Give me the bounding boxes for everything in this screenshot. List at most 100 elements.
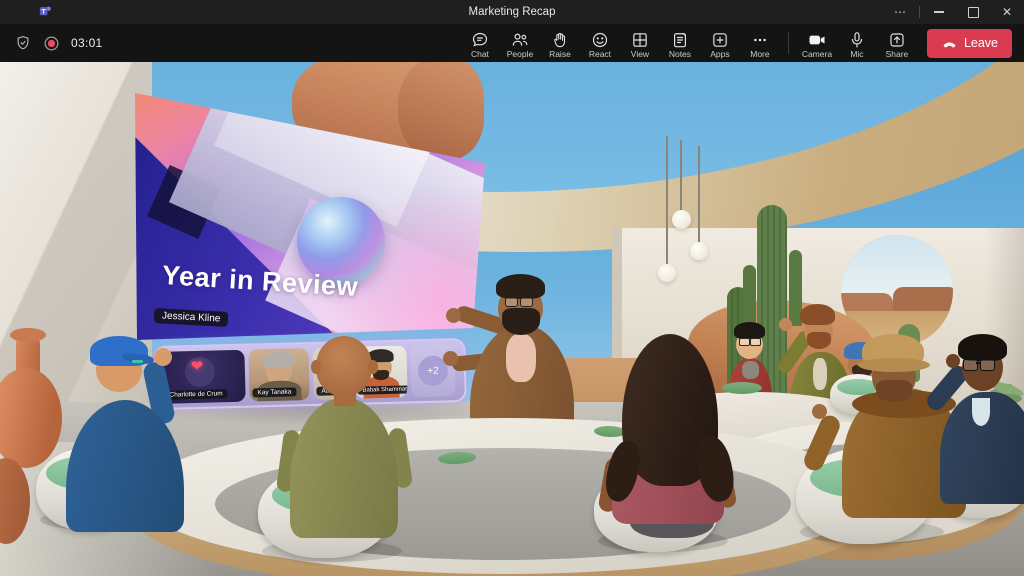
maximize-icon	[968, 7, 979, 18]
notes-icon	[670, 30, 690, 49]
rock-formation-peak	[398, 62, 484, 160]
avatar-hand	[446, 308, 461, 323]
maximize-button[interactable]	[956, 0, 990, 24]
more-icon	[750, 30, 770, 49]
share-button[interactable]: Share	[877, 27, 917, 59]
overflow-count: +2	[427, 365, 439, 376]
record-icon	[42, 34, 61, 53]
titlebar-divider	[919, 6, 920, 18]
avatar-hair	[496, 274, 545, 299]
people-button-label: People	[507, 49, 533, 59]
video-strip[interactable]: ❤ Charlotte de Crum Kay Tanaka Aadi Baba…	[153, 338, 467, 410]
avatar-hand	[443, 351, 458, 366]
apps-button[interactable]: Apps	[700, 27, 740, 59]
avatar-beard	[502, 308, 540, 335]
avatar-hand	[779, 318, 792, 331]
more-button[interactable]: More	[740, 27, 780, 59]
meeting-toolbar: 03:01 Chat People Raise React View	[0, 24, 1024, 62]
video-tile-kay[interactable]: Kay Tanaka	[248, 348, 309, 402]
leave-button[interactable]: Leave	[927, 29, 1012, 58]
notes-button[interactable]: Notes	[660, 27, 700, 59]
meeting-timer: 03:01	[71, 36, 103, 50]
saguaro-arm-left	[743, 265, 756, 329]
react-button[interactable]: React	[580, 27, 620, 59]
avatar-hand	[946, 354, 960, 368]
immersive-space-viewport[interactable]: Year in Review Jessica Kline ❤ Charlotte…	[0, 62, 1024, 576]
raise-icon	[550, 30, 570, 49]
titlebar-more-button[interactable]: ⋯	[883, 0, 917, 24]
share-icon	[887, 30, 907, 49]
shield-checkmark-icon[interactable]	[14, 34, 32, 52]
participant-name: Charlotte de Crum	[164, 389, 227, 400]
raise-button[interactable]: Raise	[540, 27, 580, 59]
slide-artwork-glow	[288, 178, 492, 350]
minimize-button[interactable]	[922, 0, 956, 24]
participant-name: Kay Tanaka	[252, 387, 296, 397]
chat-button-label: Chat	[471, 49, 489, 59]
avatar-shirt	[813, 358, 827, 390]
chat-icon	[470, 30, 490, 49]
apps-icon	[710, 30, 730, 49]
avatar-glasses	[980, 359, 995, 371]
avatar-shirt	[506, 334, 536, 382]
video-tile-charlotte[interactable]: ❤ Charlotte de Crum	[160, 350, 245, 404]
participant-hair	[262, 351, 294, 368]
react-icon	[590, 30, 610, 49]
titlebar: Marketing Recap ⋯ ✕	[0, 0, 1024, 24]
avatar-glasses	[739, 338, 750, 346]
avatar-glasses	[750, 338, 761, 346]
people-icon	[510, 30, 530, 49]
avatar-turtleneck	[742, 361, 759, 379]
toolbar-divider	[788, 32, 789, 54]
close-button[interactable]: ✕	[990, 0, 1024, 24]
avatar-beard	[876, 380, 912, 402]
vase-lip	[10, 328, 46, 342]
avatar-glasses	[505, 297, 518, 307]
lamp-cord-2	[698, 146, 700, 244]
avatar-hand	[154, 348, 172, 366]
table-plant-decor	[722, 382, 762, 394]
view-icon	[630, 30, 650, 49]
apps-button-label: Apps	[710, 49, 729, 59]
react-button-label: React	[589, 49, 611, 59]
camera-icon	[807, 30, 827, 49]
avatar-head	[316, 336, 372, 396]
notes-button-label: Notes	[669, 49, 691, 59]
avatar-glasses-arm	[132, 360, 143, 363]
avatar-glasses	[520, 297, 533, 307]
toolbar-buttons: Chat People Raise React View Notes	[460, 27, 1024, 59]
camera-button[interactable]: Camera	[797, 27, 837, 59]
lamp-cord-1	[680, 140, 682, 212]
lamp-globe-3	[658, 264, 676, 282]
avatar-hair	[734, 322, 765, 339]
hangup-icon	[941, 35, 958, 52]
view-button-label: View	[631, 49, 649, 59]
raise-button-label: Raise	[549, 49, 571, 59]
leave-button-label: Leave	[964, 36, 998, 50]
mic-button-label: Mic	[850, 49, 863, 59]
chat-button[interactable]: Chat	[460, 27, 500, 59]
teams-immersive-meeting-window: Marketing Recap ⋯ ✕ 03:01 Chat	[0, 0, 1024, 576]
avatar-hand	[812, 404, 827, 419]
lamp-globe-2	[690, 242, 708, 260]
window-title: Marketing Recap	[0, 6, 1024, 18]
avatar-hat-brim	[858, 358, 930, 372]
avatar-ear	[368, 360, 378, 374]
people-button[interactable]: People	[500, 27, 540, 59]
avatar-glasses	[963, 359, 978, 371]
avatar-hair	[800, 304, 835, 325]
lamp-cord-3	[666, 136, 668, 266]
mic-button[interactable]: Mic	[837, 27, 877, 59]
share-button-label: Share	[886, 49, 909, 59]
avatar-hair	[958, 334, 1007, 361]
reaction-heart: ❤	[191, 357, 204, 375]
minimize-icon	[934, 11, 944, 13]
avatar-ear	[311, 360, 321, 374]
view-button[interactable]: View	[620, 27, 660, 59]
avatar-beard	[807, 332, 831, 349]
mic-icon	[847, 30, 867, 49]
lamp-globe-1	[672, 210, 691, 229]
avatar-glasses-bridge	[976, 362, 981, 364]
avatar-shirt	[972, 398, 990, 426]
camera-button-label: Camera	[802, 49, 832, 59]
